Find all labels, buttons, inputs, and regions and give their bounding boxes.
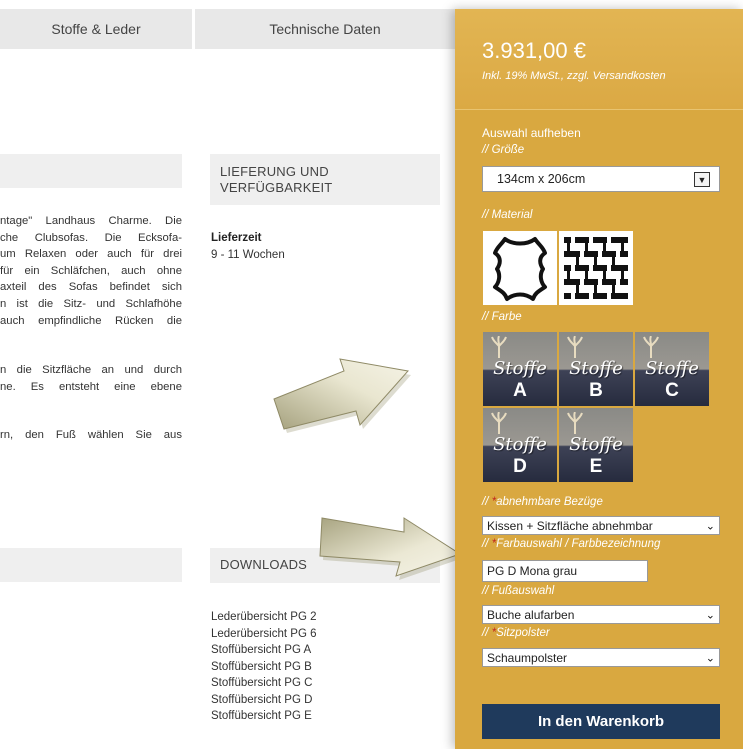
material-leather-swatch[interactable] (483, 231, 557, 305)
sitzpolster-select-value: Schaumpolster (487, 650, 568, 665)
fabric-swatch-word: Stoffe (493, 358, 547, 379)
fabric-swatch-word: Stoffe (493, 434, 547, 455)
fuss-select-value: Buche alufarben (487, 607, 575, 622)
description-line: che Clubsofas. Die Ecksofa- (0, 231, 182, 244)
sitzpolster-select[interactable]: Schaumpolster ⌄ (482, 648, 720, 667)
fabric-swatch-letter: B (589, 380, 603, 401)
section-header-bar (0, 548, 182, 582)
farbauswahl-label: // *Farbauswahl / Farbbezeichnung (482, 538, 660, 550)
lieferung-heading-line: VERFÜGBARKEIT (220, 180, 333, 195)
download-link[interactable]: Stoffübersicht PG D (211, 692, 316, 709)
description-line: um Relaxen oder auch für drei (0, 248, 182, 261)
sitzpolster-label: // *Sitzpolster (482, 627, 550, 639)
fabric-swatch-c[interactable]: Stoffe C (635, 332, 709, 406)
fabric-weave-icon (564, 237, 628, 299)
description-text: ntage" Landhaus Charme. Die che Clubsofa… (0, 213, 182, 329)
fabric-swatch-letter: D (513, 456, 527, 477)
download-link[interactable]: Stoffübersicht PG E (211, 708, 316, 725)
bezuege-select-value: Kissen + Sitzfläche abnehmbar (487, 518, 653, 533)
plant-icon (643, 336, 659, 358)
fabric-swatch-word: Stoffe (569, 358, 623, 379)
lieferung-heading: LIEFERUNG UND VERFÜGBARKEIT (210, 154, 440, 205)
fabric-swatch-letter: C (665, 380, 679, 401)
fabric-swatch-letter: E (589, 456, 603, 477)
fabric-swatch-word: Stoffe (569, 434, 623, 455)
download-link[interactable]: Lederübersicht PG 6 (211, 626, 316, 643)
description-line: ntage" Landhaus Charme. Die (0, 215, 182, 227)
fabric-swatch-word: Stoffe (645, 358, 699, 379)
fabric-swatch-letter: A (513, 380, 527, 401)
description-text: n die Sitzfläche an und durch ne. Es ent… (0, 362, 182, 395)
farbauswahl-label-prefix: // (482, 538, 492, 550)
add-to-cart-button[interactable]: In den Warenkorb (482, 704, 720, 739)
size-select[interactable]: 134cm x 206cm ▼ (482, 166, 720, 192)
section-header-bar (0, 154, 182, 188)
description-text: rn, den Fuß wählen Sie aus (0, 427, 182, 444)
size-select-value: 134cm x 206cm (497, 172, 586, 186)
fuss-select[interactable]: Buche alufarben ⌄ (482, 605, 720, 624)
chevron-down-icon: ⌄ (705, 520, 715, 532)
fabric-swatch-d[interactable]: Stoffe D (483, 408, 557, 482)
farbauswahl-label-text: Farbauswahl / Farbbezeichnung (496, 538, 661, 550)
plant-icon (491, 336, 507, 358)
description-line: für ein Schläfchen, auch ohne (0, 264, 182, 277)
lieferzeit-label: Lieferzeit (211, 232, 262, 244)
plant-icon (567, 412, 583, 434)
description-line: rn, den Fuß wählen Sie aus (0, 429, 182, 441)
material-fabric-swatch[interactable] (559, 231, 633, 305)
size-label: // Größe (482, 144, 525, 156)
description-line: n die Sitzfläche an und durch (0, 364, 182, 376)
fuss-label: // Fußauswahl (482, 585, 555, 597)
bezuege-label-prefix: // (482, 496, 492, 508)
bezuege-select[interactable]: Kissen + Sitzfläche abnehmbar ⌄ (482, 516, 720, 535)
chevron-down-icon: ⌄ (705, 609, 715, 621)
arrow-right-icon (273, 358, 411, 433)
fabric-swatch-e[interactable]: Stoffe E (559, 408, 633, 482)
description-line: ne. Es entsteht eine ebene (0, 380, 182, 393)
fabric-swatch-b[interactable]: Stoffe B (559, 332, 633, 406)
farbauswahl-input[interactable]: PG D Mona grau (482, 560, 648, 582)
chevron-down-icon: ▼ (694, 172, 710, 187)
chevron-down-icon: ⌄ (705, 652, 715, 664)
leather-hide-icon (493, 237, 547, 301)
tab-stoffe-leder[interactable]: Stoffe & Leder (0, 9, 193, 49)
lieferzeit-value: 9 - 11 Wochen (211, 249, 285, 261)
download-link[interactable]: Stoffübersicht PG A (211, 642, 316, 659)
sitzpolster-label-text: Sitzpolster (496, 627, 550, 639)
download-link[interactable]: Lederübersicht PG 2 (211, 609, 316, 626)
download-link[interactable]: Stoffübersicht PG C (211, 675, 316, 692)
arrow-right-icon (319, 517, 463, 580)
download-link[interactable]: Stoffübersicht PG B (211, 659, 316, 676)
description-line: auch empfindliche Rücken die (0, 314, 182, 327)
farbe-label: // Farbe (482, 311, 522, 323)
sitzpolster-label-prefix: // (482, 627, 492, 639)
tab-technische-daten[interactable]: Technische Daten (195, 9, 455, 49)
bezuege-label-text: abnehmbare Bezüge (496, 496, 603, 508)
price-note: Inkl. 19% MwSt., zzgl. Versandkosten (482, 70, 666, 82)
plant-icon (491, 412, 507, 434)
downloads-list: Lederübersicht PG 2 Lederübersicht PG 6 … (211, 609, 316, 725)
plant-icon (567, 336, 583, 358)
bezuege-label: // *abnehmbare Bezüge (482, 496, 603, 508)
reset-selection-link[interactable]: Auswahl aufheben (482, 126, 581, 140)
description-line: n ist die Sitz- und Schlafhöhe (0, 297, 182, 310)
description-line: axteil des Sofas befindet sich (0, 281, 182, 294)
material-label: // Material (482, 209, 533, 221)
product-price: 3.931,00 € (482, 38, 586, 63)
lieferung-heading-line: LIEFERUNG UND (220, 164, 329, 179)
fabric-swatch-a[interactable]: Stoffe A (483, 332, 557, 406)
